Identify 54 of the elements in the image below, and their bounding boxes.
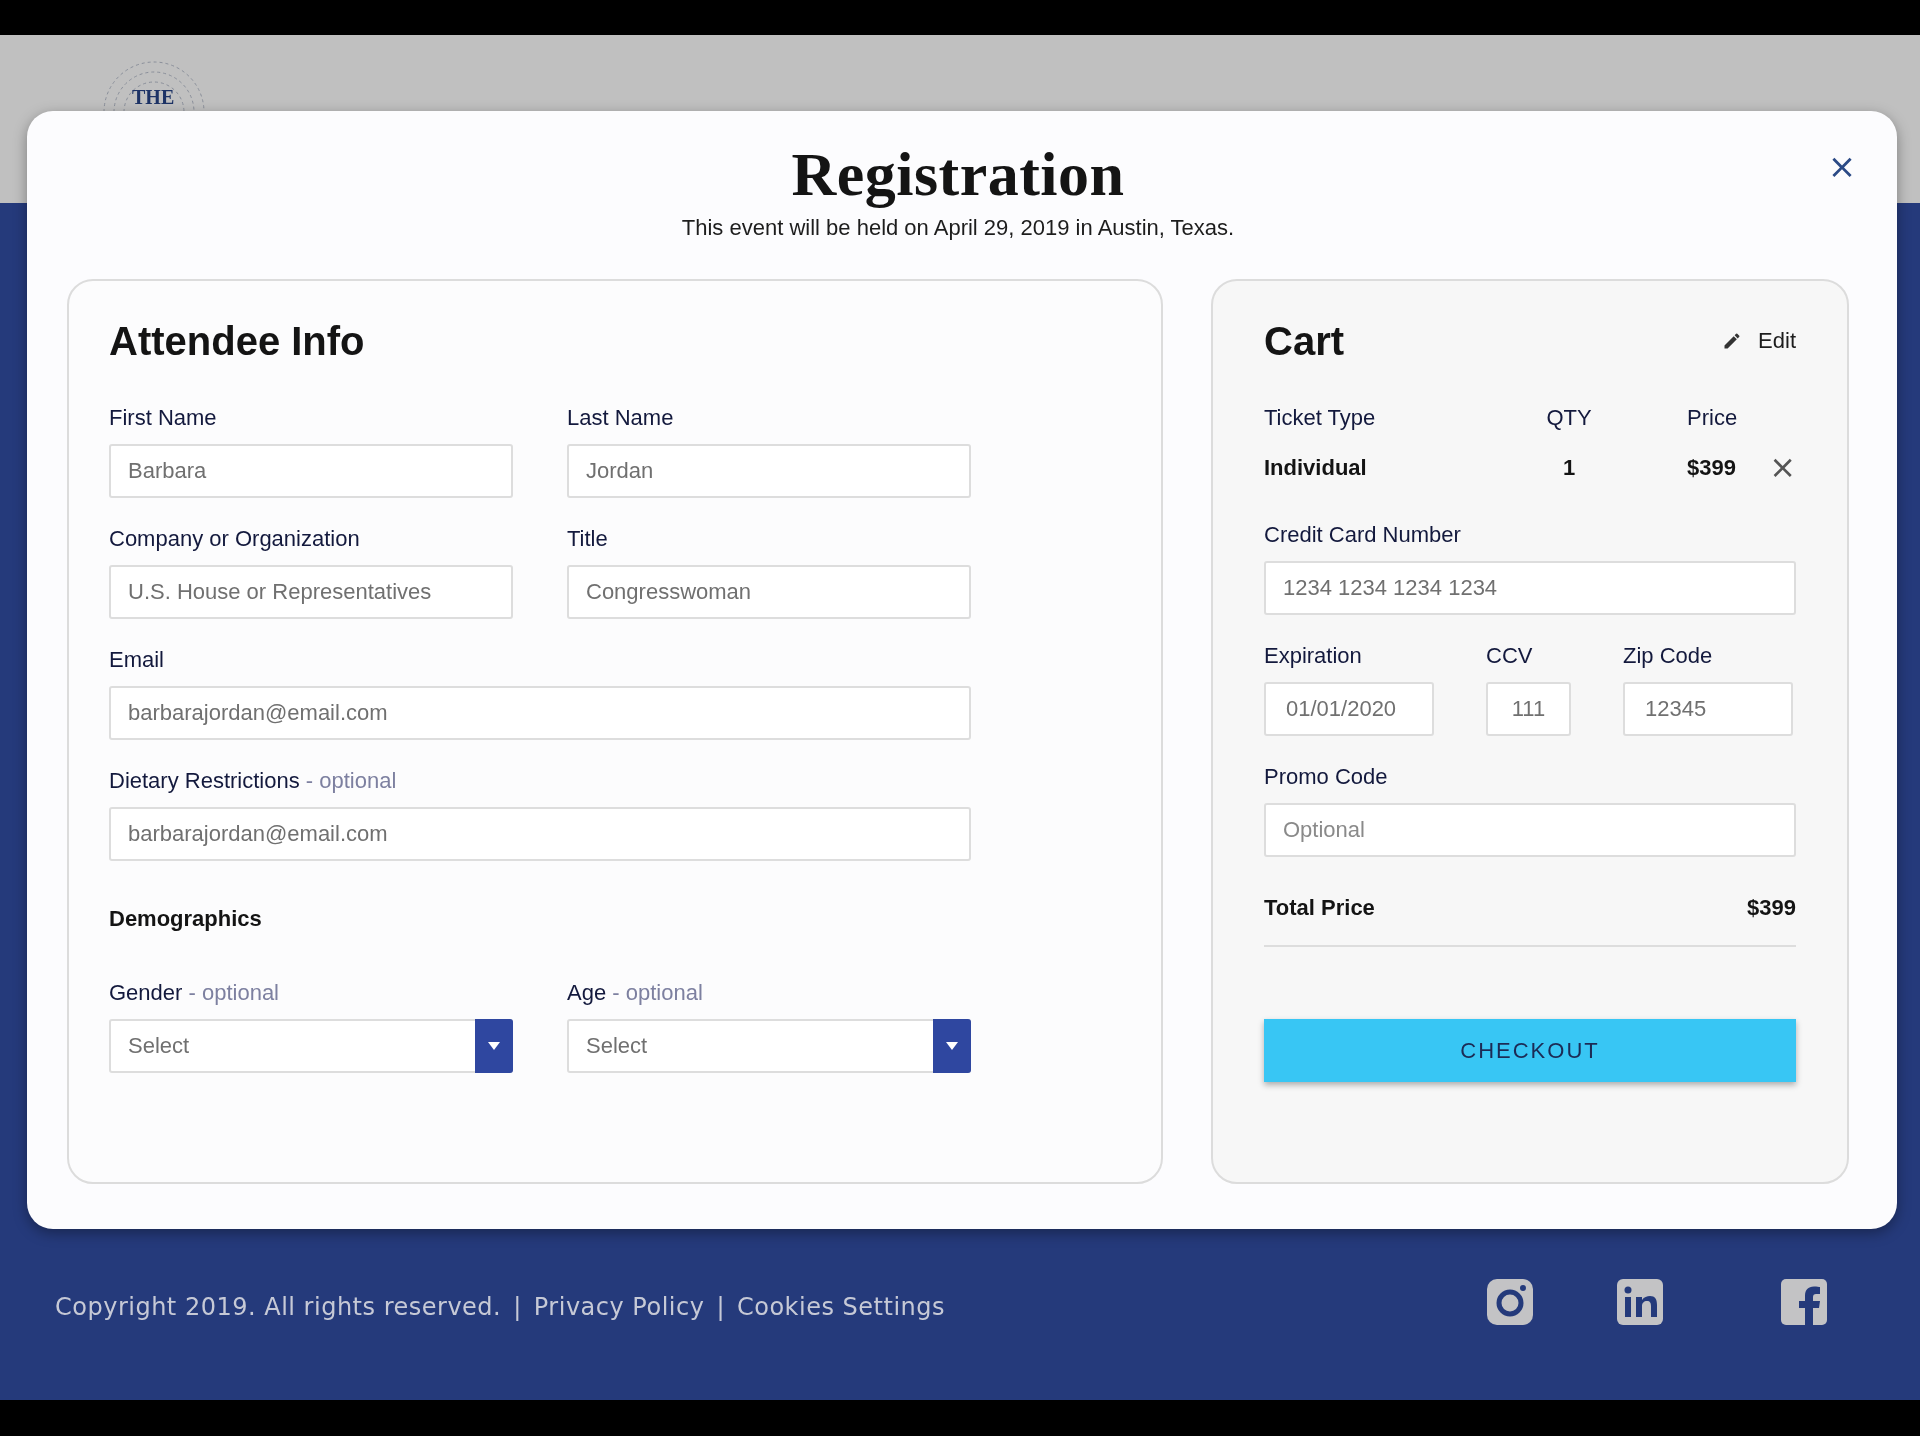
input-field[interactable]: Congresswoman	[567, 565, 971, 619]
input-field[interactable]: Jordan	[567, 444, 971, 498]
field-label: Age - optional	[567, 980, 704, 1006]
card-heading: Attendee Info	[109, 318, 366, 365]
table-cell-text: $399	[1686, 454, 1737, 481]
input-field[interactable]: 01/01/2020	[1264, 682, 1434, 736]
input-field[interactable]: Optional	[1264, 803, 1796, 857]
logo-text: THE	[132, 86, 175, 109]
field-label: CCV	[1486, 643, 1534, 669]
field-label: Company or Organization	[109, 526, 361, 552]
input-field[interactable]: barbarajordan@email.com	[109, 807, 971, 861]
card-heading: Cart	[1264, 318, 1345, 365]
field-label: Expiration	[1264, 643, 1363, 669]
copyright-text: Copyright 2019. All rights reserved.	[55, 1292, 502, 1321]
field-label: Promo Code	[1264, 764, 1389, 790]
edit-button[interactable]: Edit	[1722, 328, 1796, 354]
column-header: QTY	[1545, 405, 1593, 431]
close-button[interactable]: ×	[1827, 151, 1857, 181]
field-label: Last Name	[567, 405, 675, 431]
input-field[interactable]: barbarajordan@email.com	[109, 686, 971, 740]
select-dropdown[interactable]: Select	[567, 1019, 971, 1073]
field-label: First Name	[109, 405, 218, 431]
logo[interactable]: THE	[90, 52, 220, 122]
select-dropdown[interactable]: Select	[109, 1019, 513, 1073]
table-cell-text: Individual	[1264, 454, 1368, 481]
section-heading: Demographics	[109, 906, 263, 932]
column-header: Ticket Type	[1264, 405, 1377, 431]
separator: |	[513, 1292, 522, 1321]
field-label: Title	[567, 526, 609, 552]
total-value: $399	[1747, 895, 1796, 921]
dropdown-arrow-icon	[946, 1042, 958, 1050]
field-label: Gender - optional	[109, 980, 280, 1006]
input-field[interactable]: 111	[1486, 682, 1571, 736]
checkout-button[interactable]: CHECKOUT	[1264, 1019, 1796, 1082]
input-field[interactable]: Barbara	[109, 444, 513, 498]
modal-subtitle: This event will be held on April 29, 2019 in Austin, Texas.	[681, 215, 1235, 241]
dropdown-arrow-icon	[488, 1042, 500, 1050]
camera-icon[interactable]	[1486, 1277, 1534, 1326]
remove-button[interactable]: ×	[1769, 451, 1796, 483]
linkedin-icon[interactable]	[1616, 1277, 1664, 1326]
input-field[interactable]: 1234 1234 1234 1234	[1264, 561, 1796, 615]
total-label: Total Price	[1264, 895, 1375, 921]
field-label: Zip Code	[1623, 643, 1714, 669]
separator: |	[716, 1292, 725, 1321]
table-cell-text: 1	[1561, 454, 1577, 481]
footer-link[interactable]: Cookies Settings	[736, 1292, 945, 1321]
column-header: Price	[1686, 405, 1739, 431]
facebook-icon[interactable]	[1780, 1277, 1828, 1326]
field-label: Dietary Restrictions - optional	[109, 768, 398, 794]
input-field[interactable]: 12345	[1623, 682, 1793, 736]
footer-link[interactable]: Privacy Policy	[533, 1292, 705, 1321]
field-label: Email	[109, 647, 165, 673]
input-field[interactable]: U.S. House or Representatives	[109, 565, 513, 619]
field-label: Credit Card Number	[1264, 522, 1462, 548]
